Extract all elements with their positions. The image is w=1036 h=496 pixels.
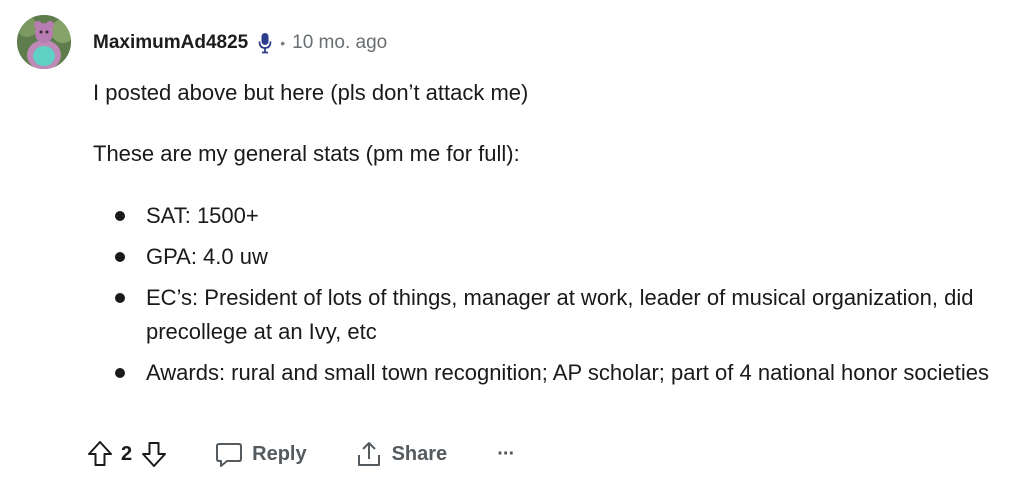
- comment-body: I posted above but here (pls don’t attac…: [93, 70, 1023, 397]
- share-button[interactable]: Share: [355, 440, 448, 468]
- avatar-image: [17, 15, 71, 69]
- reply-label: Reply: [252, 442, 307, 465]
- microphone-icon: [258, 32, 272, 54]
- author-username[interactable]: MaximumAd4825: [93, 32, 248, 54]
- upvote-icon: [88, 441, 112, 466]
- list-item: Awards: rural and small town recognition…: [115, 356, 1023, 390]
- comment-actions: 2 Reply Share ···: [85, 434, 515, 474]
- comment-paragraph: These are my general stats (pm me for fu…: [93, 141, 520, 166]
- downvote-icon: [142, 442, 167, 467]
- share-icon: [355, 440, 383, 468]
- comment-header: MaximumAd4825 • 10 mo. ago: [93, 28, 387, 58]
- more-icon: ···: [497, 442, 515, 465]
- list-item: EC’s: President of lots of things, manag…: [115, 281, 1023, 349]
- avatar[interactable]: [17, 15, 71, 69]
- downvote-button[interactable]: [139, 437, 169, 471]
- more-options-button[interactable]: ···: [497, 442, 515, 466]
- share-label: Share: [391, 442, 448, 465]
- reply-bubble-icon: [215, 440, 243, 468]
- separator-dot: •: [280, 35, 286, 51]
- upvote-button[interactable]: [85, 437, 115, 471]
- comment-timestamp[interactable]: 10 mo. ago: [292, 32, 387, 54]
- list-item: GPA: 4.0 uw: [115, 240, 1023, 274]
- list-item: SAT: 1500+: [115, 199, 1023, 233]
- stats-list: SAT: 1500+ GPA: 4.0 uw EC’s: President o…: [93, 199, 1023, 390]
- comment-paragraph: I posted above but here (pls don’t attac…: [93, 80, 529, 105]
- reply-button[interactable]: Reply: [215, 440, 307, 468]
- vote-count: 2: [121, 442, 133, 465]
